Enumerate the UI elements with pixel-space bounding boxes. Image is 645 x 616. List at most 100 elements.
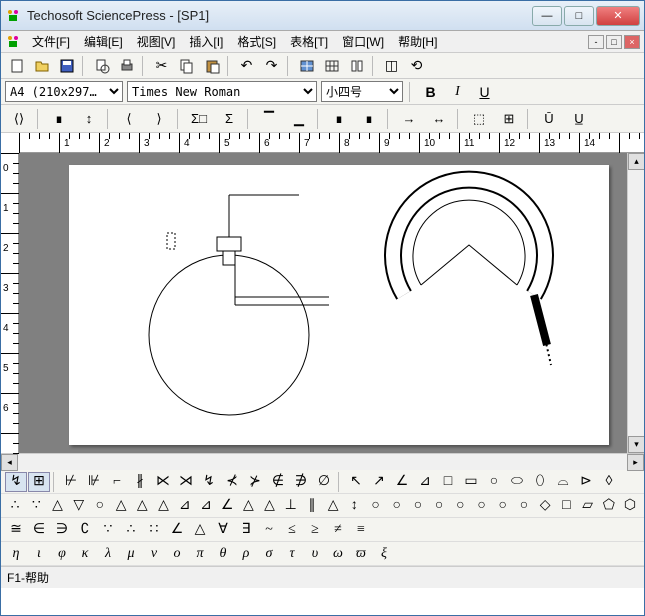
symbol[interactable]: ⋊ xyxy=(175,472,197,492)
symbol[interactable]: ρ xyxy=(235,544,257,564)
symbol[interactable]: ⌐ xyxy=(106,472,128,492)
maximize-button[interactable]: □ xyxy=(564,6,594,26)
symbol[interactable]: μ xyxy=(120,544,142,564)
menu-file[interactable]: 文件[F] xyxy=(27,31,75,52)
tool-uu2[interactable]: U̲ xyxy=(565,107,593,131)
symbol[interactable]: ∥ xyxy=(302,496,322,516)
symbol[interactable]: κ xyxy=(74,544,96,564)
print-preview-button[interactable] xyxy=(90,55,113,77)
paste-button[interactable] xyxy=(200,55,223,77)
symbol[interactable]: ▭ xyxy=(460,472,482,492)
symbol[interactable]: ↕ xyxy=(344,496,364,516)
tool-sigma2[interactable]: Σ xyxy=(215,107,243,131)
symbol[interactable]: △ xyxy=(238,496,258,516)
symbol[interactable]: △ xyxy=(111,496,131,516)
symbol[interactable]: ∵ xyxy=(26,496,46,516)
symbol[interactable]: ↗ xyxy=(368,472,390,492)
symbol[interactable]: ⊞ xyxy=(28,472,50,492)
symbol[interactable]: ∠ xyxy=(391,472,413,492)
symbol[interactable]: △ xyxy=(132,496,152,516)
symbol[interactable]: ↯ xyxy=(5,472,27,492)
symbol[interactable]: ⊀ xyxy=(221,472,243,492)
symbol[interactable]: ∀ xyxy=(212,520,234,540)
scroll-up[interactable]: ▴ xyxy=(628,153,644,170)
save-button[interactable] xyxy=(55,55,78,77)
symbol[interactable]: ⊬ xyxy=(60,472,82,492)
scroll-right[interactable]: ▸ xyxy=(627,454,644,471)
symbol[interactable]: ∉ xyxy=(267,472,289,492)
symbol[interactable]: ι xyxy=(28,544,50,564)
symbol[interactable]: ο xyxy=(166,544,188,564)
symbol[interactable]: ∠ xyxy=(217,496,237,516)
symbol[interactable]: ⬯ xyxy=(529,472,551,492)
symbol[interactable]: ν xyxy=(143,544,165,564)
symbol[interactable]: ⬠ xyxy=(599,496,619,516)
symbol[interactable]: △ xyxy=(189,520,211,540)
symbol[interactable]: ○ xyxy=(450,496,470,516)
symbol[interactable]: ⋉ xyxy=(152,472,174,492)
symbol[interactable]: ⊮ xyxy=(83,472,105,492)
symbol[interactable]: φ xyxy=(51,544,73,564)
symbol[interactable]: λ xyxy=(97,544,119,564)
symbol[interactable]: ≤ xyxy=(281,520,303,540)
symbol[interactable]: ◊ xyxy=(598,472,620,492)
close-button[interactable]: ✕ xyxy=(596,6,640,26)
tool-4[interactable]: ⟩ xyxy=(145,107,173,131)
symbol[interactable]: ○ xyxy=(471,496,491,516)
symbol[interactable]: θ xyxy=(212,544,234,564)
menu-edit[interactable]: 编辑[E] xyxy=(79,31,128,52)
symbol[interactable]: △ xyxy=(47,496,67,516)
tool-uu[interactable]: Ū xyxy=(535,107,563,131)
tool-grid[interactable]: ⊞ xyxy=(495,107,523,131)
underline-button[interactable]: U xyxy=(473,81,496,103)
shape-button[interactable]: ◫ xyxy=(380,55,403,77)
symbol[interactable]: ▽ xyxy=(69,496,89,516)
menu-view[interactable]: 视图[V] xyxy=(132,31,181,52)
symbol[interactable]: υ xyxy=(304,544,326,564)
symbol[interactable]: ⊁ xyxy=(244,472,266,492)
scrollbar-vertical[interactable]: ▴ ▾ xyxy=(627,153,644,453)
symbol[interactable]: ↯ xyxy=(198,472,220,492)
symbol[interactable]: ϖ xyxy=(350,544,372,564)
symbol[interactable]: ○ xyxy=(365,496,385,516)
paper-size-select[interactable]: A4 (210x297… xyxy=(5,81,123,102)
symbol[interactable]: ≅ xyxy=(5,520,27,540)
tool-bar[interactable]: ∎ xyxy=(325,107,353,131)
tool-2[interactable]: ↕ xyxy=(75,107,103,131)
new-button[interactable] xyxy=(5,55,28,77)
print-button[interactable] xyxy=(115,55,138,77)
tool-sub[interactable]: ∎ xyxy=(45,107,73,131)
undo-button[interactable]: ↶ xyxy=(235,55,258,77)
open-button[interactable] xyxy=(30,55,53,77)
minimize-button[interactable]: — xyxy=(532,6,562,26)
italic-button[interactable]: I xyxy=(446,81,469,103)
canvas[interactable]: ▴ ▾ xyxy=(19,153,644,453)
symbol[interactable]: ⬡ xyxy=(620,496,640,516)
tool-arrow2[interactable]: ↔ xyxy=(425,107,453,131)
symbol[interactable]: ∈ xyxy=(28,520,50,540)
symbol[interactable]: ∋ xyxy=(51,520,73,540)
mdi-minimize[interactable]: - xyxy=(588,35,604,49)
grid-button[interactable] xyxy=(320,55,343,77)
scrollbar-horizontal[interactable]: ◂ ▸ xyxy=(1,453,644,470)
symbol[interactable]: ◇ xyxy=(535,496,555,516)
scroll-down[interactable]: ▾ xyxy=(628,436,644,453)
bold-button[interactable]: B xyxy=(419,81,442,103)
symbol[interactable]: ~ xyxy=(258,520,280,540)
symbol[interactable]: ∁ xyxy=(74,520,96,540)
cut-button[interactable]: ✂ xyxy=(150,55,173,77)
symbol[interactable]: ▱ xyxy=(577,496,597,516)
symbol[interactable]: ∷ xyxy=(143,520,165,540)
symbol[interactable]: ○ xyxy=(429,496,449,516)
symbol[interactable]: ○ xyxy=(483,472,505,492)
symbol[interactable]: ∴ xyxy=(120,520,142,540)
symbol[interactable]: ∃ xyxy=(235,520,257,540)
tool-ul[interactable]: ∎ xyxy=(355,107,383,131)
symbol[interactable]: ω xyxy=(327,544,349,564)
menu-insert[interactable]: 插入[I] xyxy=(184,31,228,52)
columns-button[interactable] xyxy=(345,55,368,77)
symbol[interactable]: ⌓ xyxy=(552,472,574,492)
symbol[interactable]: ⊥ xyxy=(281,496,301,516)
symbol[interactable]: △ xyxy=(259,496,279,516)
symbol[interactable]: η xyxy=(5,544,27,564)
